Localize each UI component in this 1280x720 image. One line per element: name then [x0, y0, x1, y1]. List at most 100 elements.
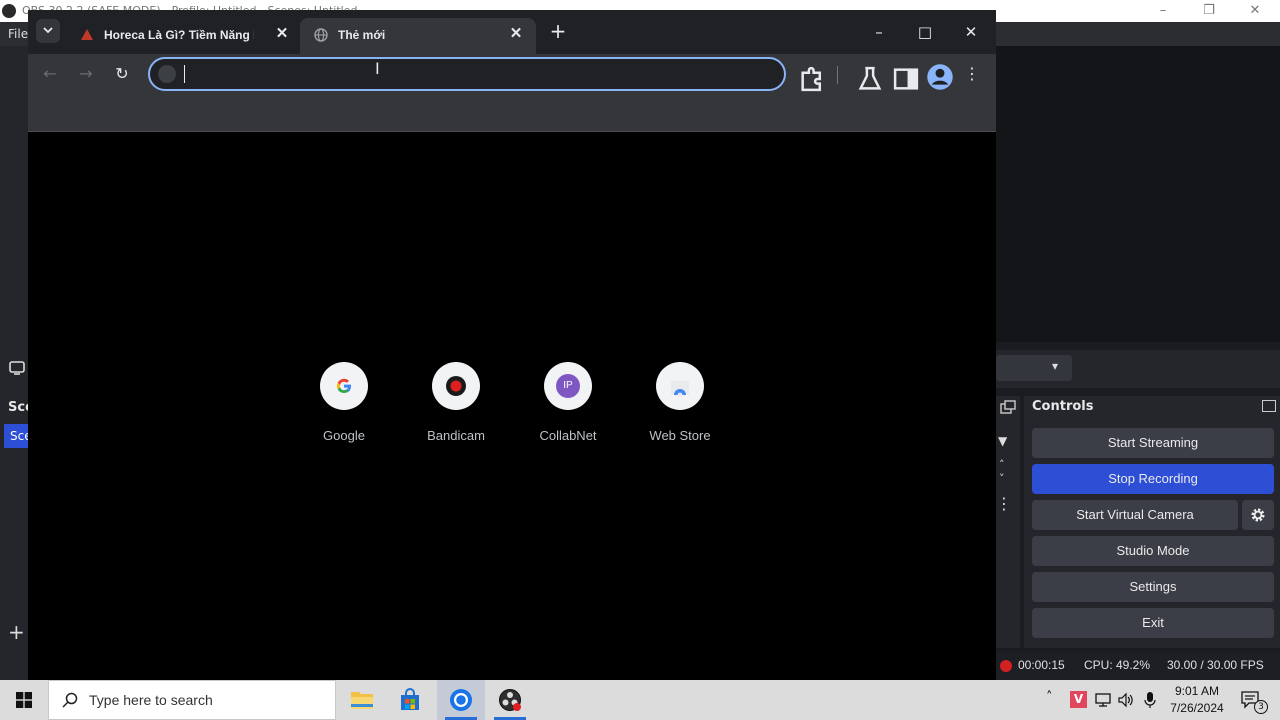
folder-icon [351, 692, 373, 709]
shortcut-label: Bandicam [427, 428, 485, 443]
add-scene-button[interactable]: + [8, 620, 25, 644]
shortcut-tile [432, 362, 480, 410]
chevron-up-icon[interactable]: ˄ [999, 458, 1005, 471]
mixer-side-controls: ▼ ˄ ˅ ⋮ [996, 396, 1020, 648]
obs-logo-icon [2, 4, 16, 18]
profile-avatar-icon[interactable] [926, 63, 954, 91]
back-button[interactable]: ← [36, 60, 64, 88]
windows-logo-icon [16, 692, 32, 708]
tab-strip: Horeca Là Gì? Tiềm Năng Phát ✕ Thẻ mới ✕… [28, 10, 996, 54]
shortcut-label: Google [323, 428, 365, 443]
store-bag-icon [401, 688, 419, 710]
scenes-dock: Sce Sce + [0, 396, 34, 648]
obs-restore-button[interactable]: ❐ [1186, 0, 1232, 22]
taskbar-file-explorer[interactable] [338, 680, 386, 720]
shortcut-tile: IP [544, 362, 592, 410]
extensions-icon[interactable] [798, 65, 826, 93]
system-tray: ˄ V 3 [1040, 680, 1280, 720]
clock-date: 7/26/2024 [1170, 701, 1224, 715]
forward-button[interactable]: → [72, 60, 100, 88]
obs-logo-icon [499, 689, 521, 711]
chrome-maximize-button[interactable]: □ [902, 18, 948, 46]
taskbar-microsoft-store[interactable] [386, 680, 434, 720]
chevron-down-icon[interactable]: ˅ [999, 472, 1005, 485]
new-tab-button[interactable]: + [546, 20, 570, 44]
google-logo-icon [336, 378, 351, 394]
reload-button[interactable]: ↻ [108, 60, 136, 88]
address-input[interactable] [184, 65, 764, 83]
taskbar-search[interactable]: Type here to search [48, 680, 336, 720]
shortcut-google[interactable]: Google [288, 362, 400, 452]
bookmarks-bar [28, 94, 996, 132]
chevron-up-icon[interactable]: ˄ [1046, 690, 1053, 705]
tab-search-button[interactable] [36, 19, 60, 43]
shortcut-label: Web Store [649, 428, 711, 443]
tab-new-tab[interactable]: Thẻ mới ✕ [300, 18, 536, 54]
taskbar-clock[interactable]: 9:01 AM 7/26/2024 [1164, 683, 1230, 717]
shortcut-collabnet[interactable]: IP CollabNet [512, 362, 624, 452]
speaker-icon[interactable] [1118, 692, 1134, 708]
taskbar-chrome[interactable] [437, 680, 485, 720]
new-tab-page: Google Bandicam IP CollabNet Web Store [28, 132, 996, 680]
tab-close-icon[interactable]: ✕ [272, 24, 292, 44]
microphone-icon[interactable] [1144, 691, 1156, 709]
shortcut-bandicam[interactable]: Bandicam [400, 362, 512, 452]
windows-taskbar: Type here to search ˄ V 3 9:01 AM 7/26/2… [0, 680, 1280, 720]
tab-label: Thẻ mới [338, 28, 386, 42]
chrome-close-button[interactable]: ✕ [948, 18, 994, 46]
preview-toggle-icon[interactable] [9, 361, 25, 375]
more-options-icon[interactable]: ⋮ [958, 60, 986, 88]
shortcut-web-store[interactable]: Web Store [624, 362, 736, 452]
start-streaming-button[interactable]: Start Streaming [1032, 428, 1274, 458]
scene-item[interactable]: Sce [4, 424, 28, 448]
shortcut-label: CollabNet [539, 428, 597, 443]
side-panel-icon[interactable] [892, 65, 920, 93]
search-engine-icon [158, 65, 176, 83]
chrome-window: Horeca Là Gì? Tiềm Năng Phát ✕ Thẻ mới ✕… [28, 10, 996, 680]
stop-recording-button[interactable]: Stop Recording [1032, 464, 1274, 494]
shortcut-tile [320, 362, 368, 410]
text-caret [184, 65, 185, 83]
float-dock-icon[interactable] [1262, 400, 1276, 412]
collabnet-avatar-icon: IP [556, 374, 580, 398]
start-virtual-camera-button[interactable]: Start Virtual Camera [1032, 500, 1238, 530]
studio-mode-button[interactable]: Studio Mode [1032, 536, 1274, 566]
globe-icon [314, 28, 328, 42]
chevron-down-icon[interactable]: ▼ [998, 434, 1007, 448]
chrome-logo-icon [450, 689, 472, 711]
labs-flask-icon[interactable] [856, 65, 884, 93]
search-icon [62, 692, 78, 708]
network-icon[interactable] [1095, 693, 1111, 707]
text-cursor-icon: I [375, 59, 380, 78]
cpu-usage: CPU: 49.2% [1084, 658, 1151, 672]
menu-file[interactable]: File [8, 27, 28, 41]
more-options-icon[interactable]: ⋮ [996, 496, 1012, 512]
tab-close-icon[interactable]: ✕ [506, 24, 526, 44]
start-button[interactable] [0, 680, 48, 720]
settings-button[interactable]: Settings [1032, 572, 1274, 602]
gear-icon [1251, 508, 1265, 522]
exit-button[interactable]: Exit [1032, 608, 1274, 638]
web-store-icon [671, 381, 689, 397]
chrome-minimize-button[interactable]: – [856, 18, 902, 46]
obs-preview-area [996, 46, 1280, 342]
search-placeholder: Type here to search [89, 692, 213, 708]
float-dock-icon[interactable] [1000, 400, 1016, 414]
vivaldi-tray-icon[interactable]: V [1070, 691, 1087, 708]
obs-source-toolbar: ▾ [996, 350, 1280, 388]
chevron-down-icon[interactable]: ▾ [1052, 359, 1058, 373]
recording-indicator-icon [1000, 660, 1012, 672]
virtual-camera-settings-button[interactable] [1242, 500, 1274, 530]
bandicam-record-icon [446, 376, 466, 396]
tab-label: Horeca Là Gì? Tiềm Năng Phát [104, 28, 254, 42]
obs-close-button[interactable]: ✕ [1232, 0, 1278, 22]
controls-dock-title: Controls [1032, 399, 1094, 414]
taskbar-obs[interactable] [486, 680, 534, 720]
obs-minimize-button[interactable]: – [1140, 0, 1186, 22]
browser-toolbar: ← → ↻ I ⋮ [28, 54, 996, 94]
shortcut-tile [656, 362, 704, 410]
tab-horeca[interactable]: Horeca Là Gì? Tiềm Năng Phát ✕ [66, 18, 298, 54]
address-bar[interactable] [148, 57, 786, 91]
fps-readout: 30.00 / 30.00 FPS [1167, 658, 1264, 672]
transition-dropdown[interactable] [996, 355, 1072, 381]
